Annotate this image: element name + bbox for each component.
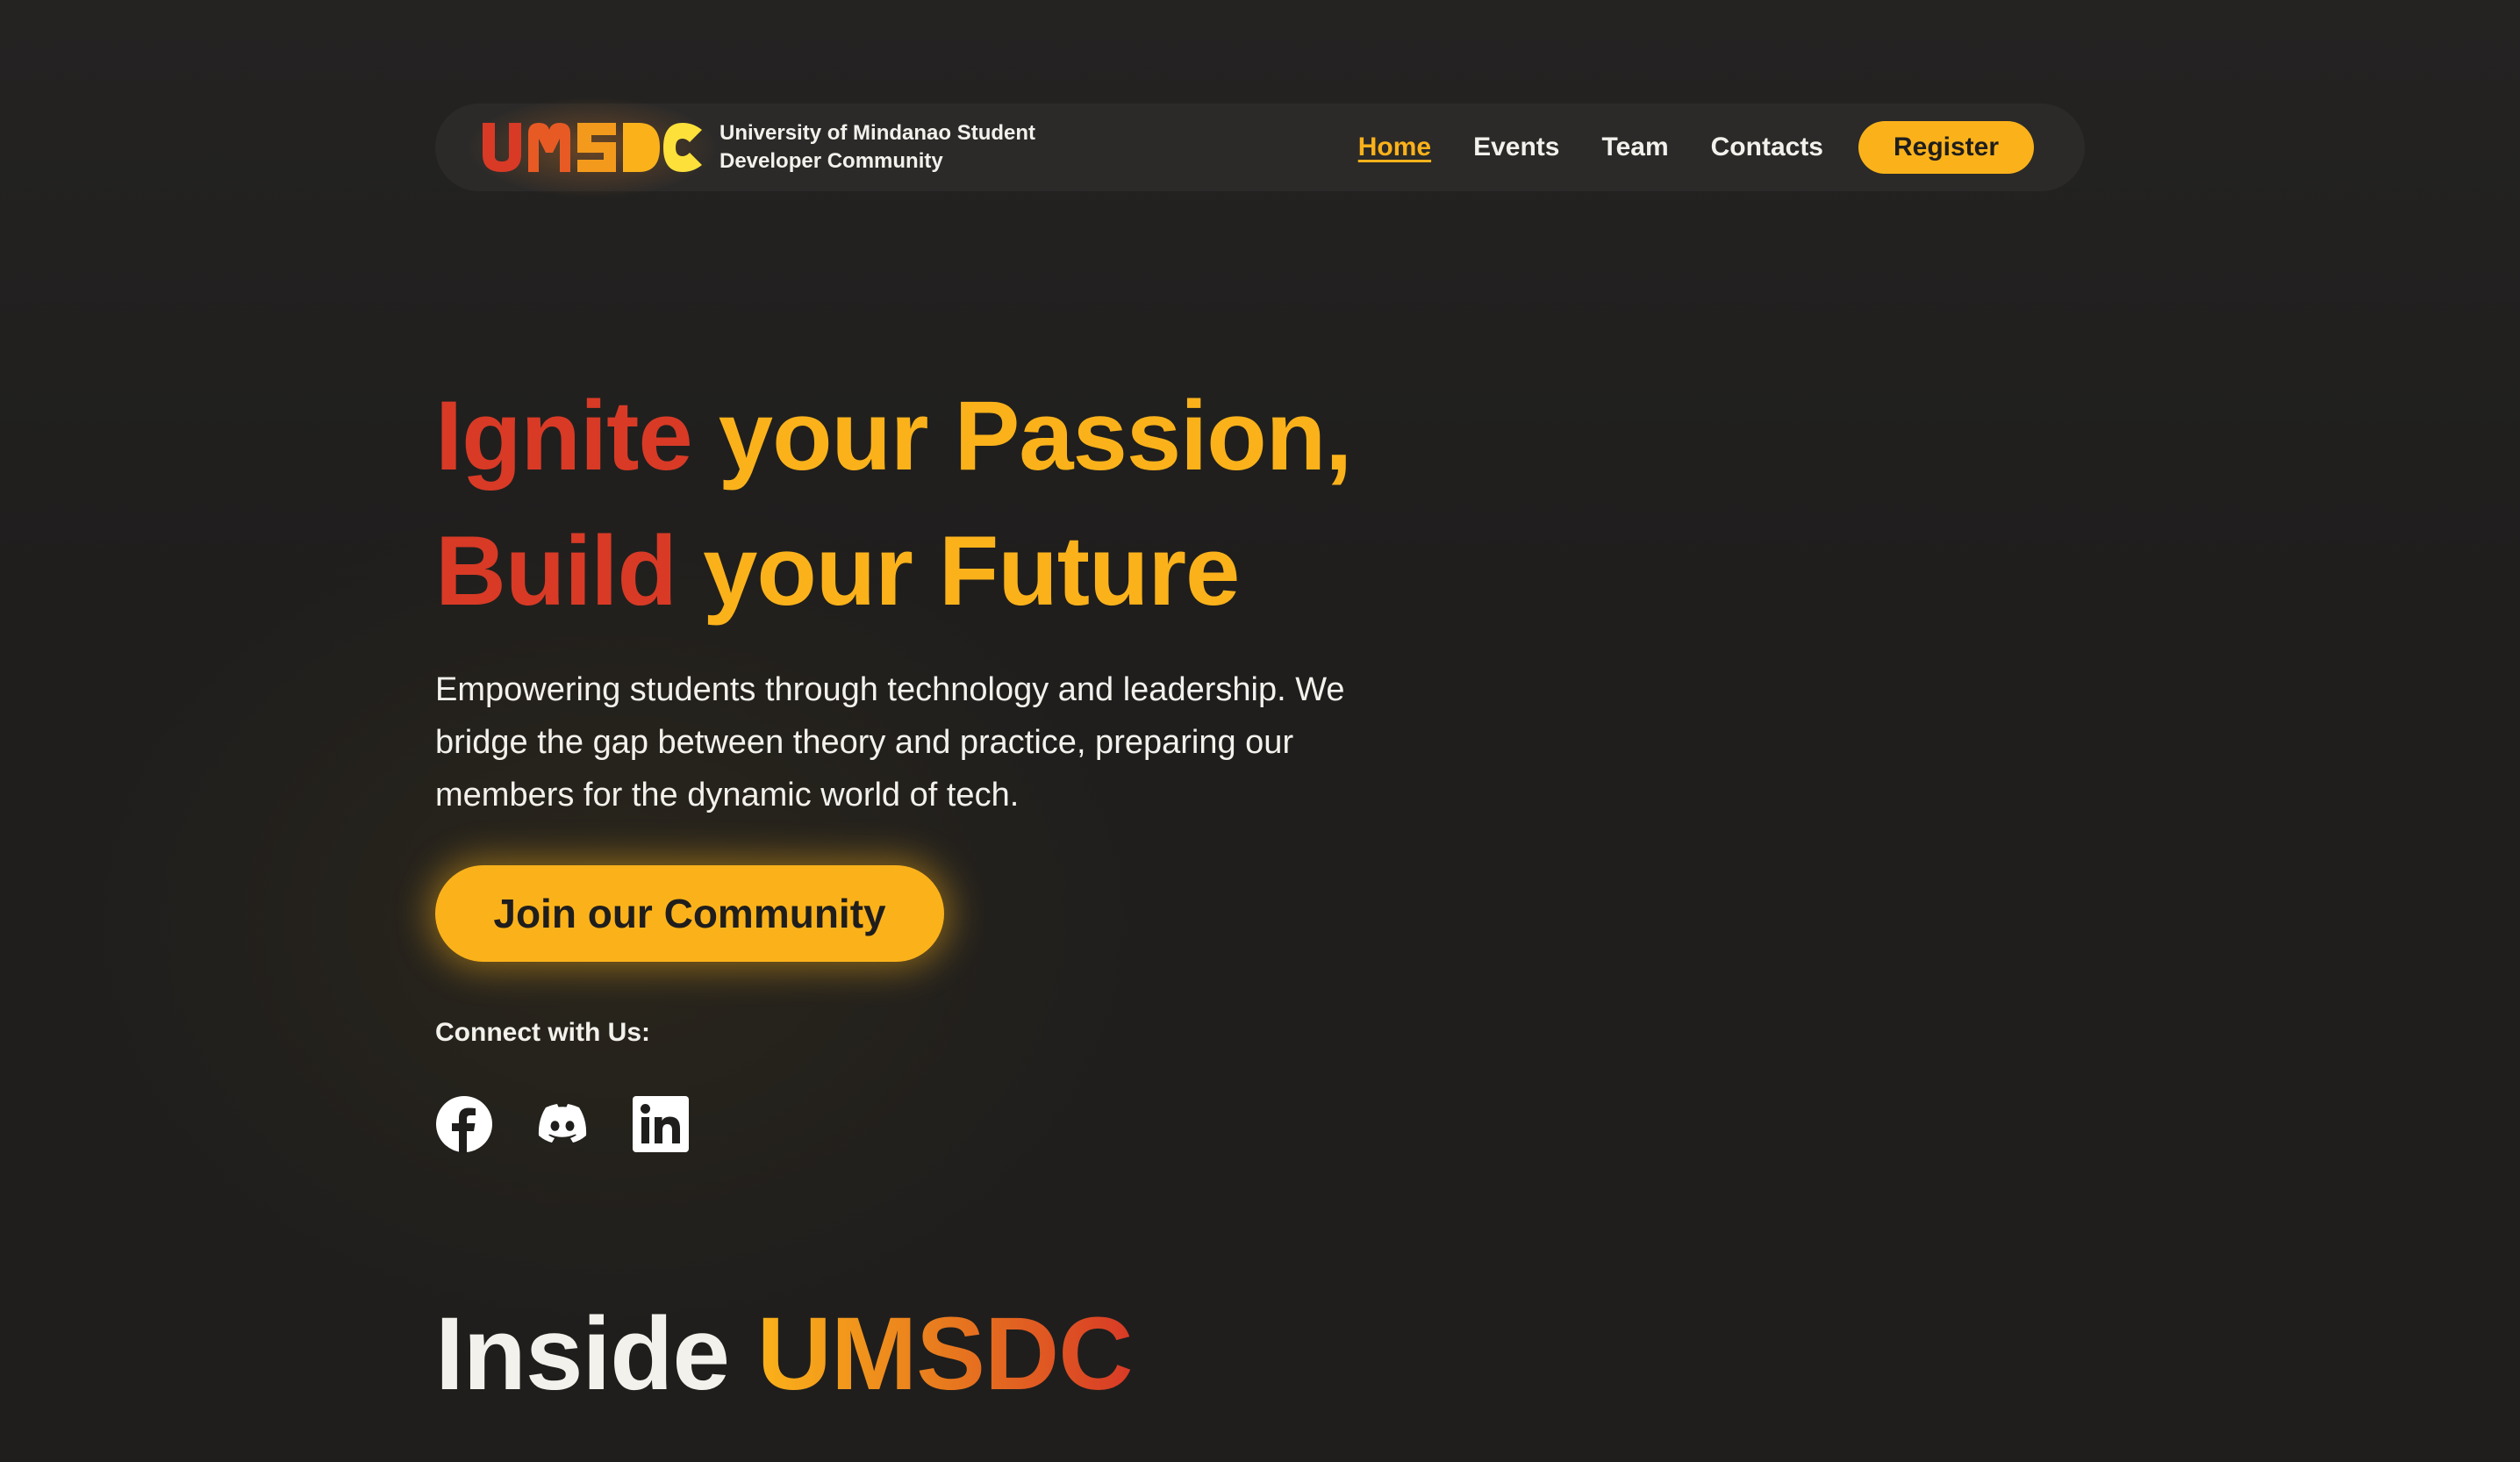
nav-links: Home Events Team Contacts Register — [1358, 121, 2034, 174]
hero-line1-red: Ignite — [435, 381, 693, 491]
hero-line1-yellow: your Passion, — [718, 381, 1352, 491]
brand[interactable]: University of Mindanao Student Developer… — [465, 97, 1053, 198]
hero-description: Empowering students through technology a… — [435, 671, 1345, 813]
hero-title: Ignite your Passion, Build your Future — [435, 369, 1352, 639]
inside-prefix: Inside — [435, 1296, 730, 1412]
join-community-button[interactable]: Join our Community — [435, 865, 944, 962]
nav-link-events[interactable]: Events — [1473, 133, 1559, 162]
page: University of Mindanao Student Developer… — [0, 0, 2520, 1462]
discord-icon[interactable] — [533, 1095, 591, 1153]
hero-line2-red: Build — [435, 516, 677, 626]
nav-link-team[interactable]: Team — [1601, 133, 1668, 162]
nav-link-home[interactable]: Home — [1358, 133, 1431, 162]
inside-umsdc-heading: Inside UMSDC — [435, 1288, 1134, 1420]
logo-mark — [483, 123, 702, 172]
brand-name: University of Mindanao Student Developer… — [719, 121, 1036, 173]
social-links — [435, 1095, 690, 1153]
connect-label: Connect with Us: — [435, 1018, 650, 1047]
nav-link-contacts[interactable]: Contacts — [1711, 133, 1823, 162]
linkedin-icon[interactable] — [632, 1095, 690, 1153]
navbar: University of Mindanao Student Developer… — [435, 97, 2085, 198]
umsdc-logo — [465, 97, 719, 198]
hero-line2-yellow: your Future — [703, 516, 1240, 626]
register-button[interactable]: Register — [1858, 121, 2034, 174]
inside-highlight: UMSDC — [756, 1296, 1134, 1412]
facebook-icon[interactable] — [435, 1095, 493, 1153]
